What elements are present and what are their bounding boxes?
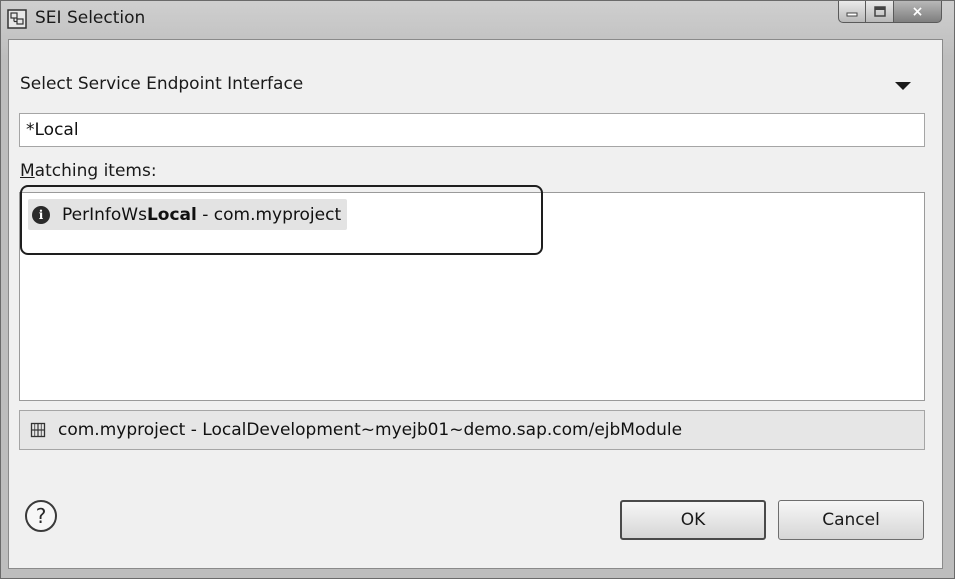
dialog-content: Select Service Endpoint Interface Matchi…: [8, 39, 943, 569]
matching-items-label: Matching items:: [20, 161, 157, 181]
window-title: SEI Selection: [35, 8, 146, 28]
maximize-icon: [873, 6, 886, 17]
location-status-bar: com.myproject - LocalDevelopment~myejb01…: [19, 410, 925, 450]
matching-label-mnemonic: M: [20, 161, 35, 181]
dialog-heading: Select Service Endpoint Interface: [20, 74, 304, 94]
location-text: com.myproject - LocalDevelopment~myejb01…: [58, 420, 683, 440]
minimize-icon: [846, 12, 858, 16]
dialog-app-icon: [7, 9, 27, 29]
matching-label-text: atching items:: [34, 161, 157, 181]
title-bar[interactable]: SEI Selection ×: [1, 1, 954, 39]
maximize-button[interactable]: [866, 1, 894, 23]
filter-input[interactable]: [19, 113, 925, 147]
minimize-button[interactable]: [838, 1, 866, 23]
package-icon: [30, 422, 46, 438]
window-controls: ×: [838, 1, 942, 25]
highlight-annotation: [20, 185, 543, 255]
sei-selection-dialog: SEI Selection × Select Service Endpoint …: [0, 0, 955, 579]
help-icon[interactable]: ?: [25, 500, 57, 532]
view-menu-icon[interactable]: [895, 82, 911, 90]
ok-button[interactable]: OK: [620, 500, 766, 540]
close-button[interactable]: ×: [894, 1, 942, 23]
close-icon: ×: [911, 3, 924, 20]
cancel-button[interactable]: Cancel: [778, 500, 924, 540]
